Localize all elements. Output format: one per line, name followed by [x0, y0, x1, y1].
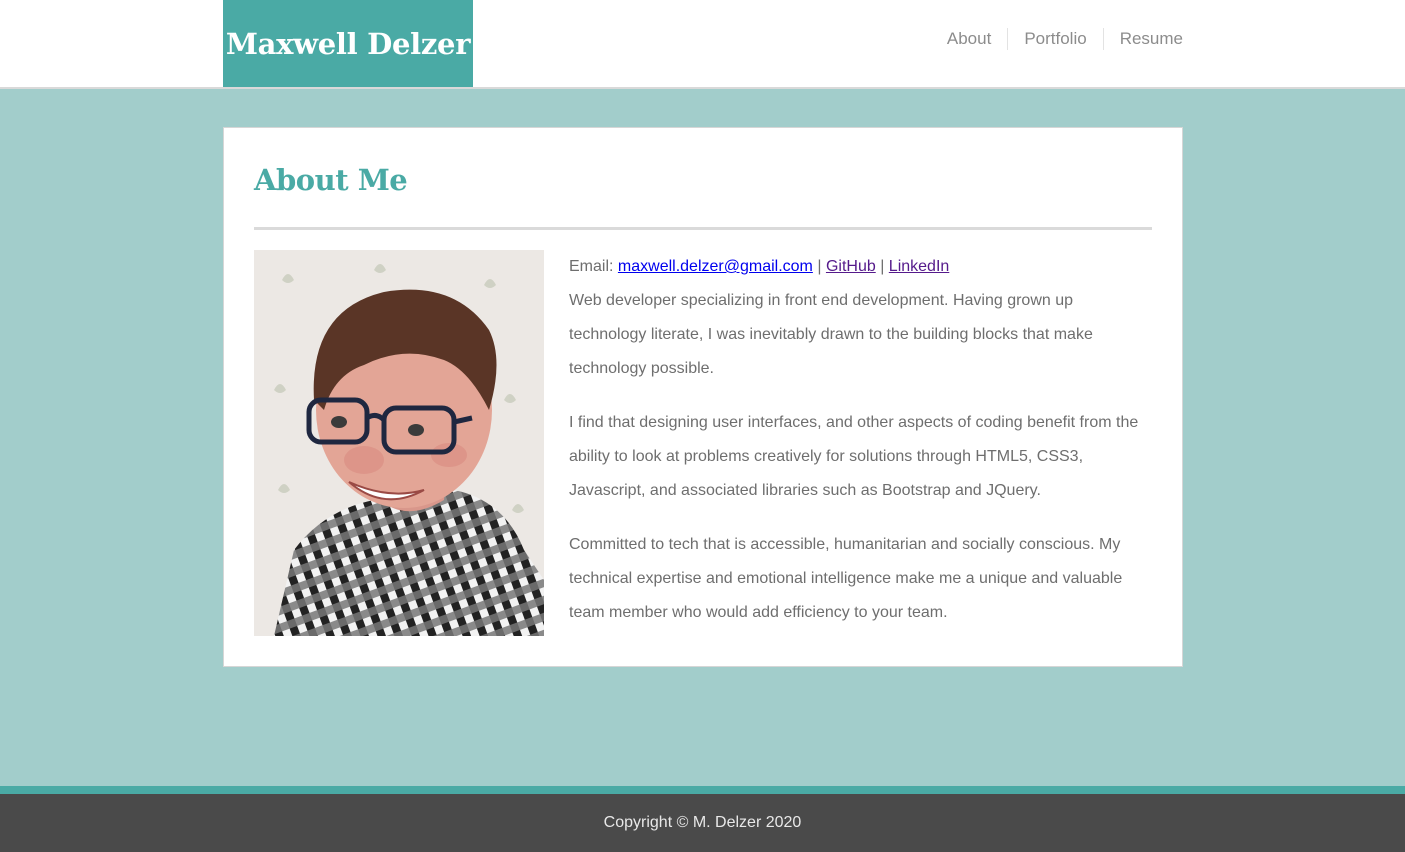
email-label: Email: — [569, 258, 614, 275]
title-divider — [254, 227, 1152, 230]
nav-link-about[interactable]: About — [931, 28, 1007, 50]
site-footer: Copyright © M. Delzer 2020 — [0, 794, 1405, 852]
main-nav: About Portfolio Resume — [931, 28, 1183, 50]
separator: | — [817, 258, 822, 275]
copyright-text: Copyright © M. Delzer 2020 — [603, 814, 802, 831]
linkedin-link[interactable]: LinkedIn — [889, 258, 950, 275]
about-paragraph-1: Web developer specializing in front end … — [569, 292, 1093, 377]
portrait-illustration — [254, 250, 544, 636]
github-link[interactable]: GitHub — [826, 258, 876, 275]
separator: | — [880, 258, 885, 275]
nav-link-resume[interactable]: Resume — [1102, 28, 1183, 50]
about-paragraph-3: Committed to tech that is accessible, hu… — [569, 536, 1123, 621]
profile-photo — [254, 250, 544, 636]
email-link[interactable]: maxwell.delzer@gmail.com — [618, 258, 813, 275]
footer-accent-stripe — [0, 786, 1405, 794]
site-header: Maxwell Delzer About Portfolio Resume — [0, 0, 1405, 89]
site-logo[interactable]: Maxwell Delzer — [223, 0, 473, 87]
nav-link-portfolio[interactable]: Portfolio — [1007, 28, 1102, 50]
contact-line: Email: maxwell.delzer@gmail.com | GitHub… — [569, 250, 1154, 386]
site-title[interactable]: Maxwell Delzer — [226, 27, 471, 61]
about-card: About Me Email: maxwell.delzer@gmail.com… — [223, 127, 1183, 667]
about-paragraph-2: I find that designing user interfaces, a… — [569, 414, 1139, 499]
about-text: Email: maxwell.delzer@gmail.com | GitHub… — [569, 250, 1154, 650]
page-title: About Me — [254, 163, 408, 197]
